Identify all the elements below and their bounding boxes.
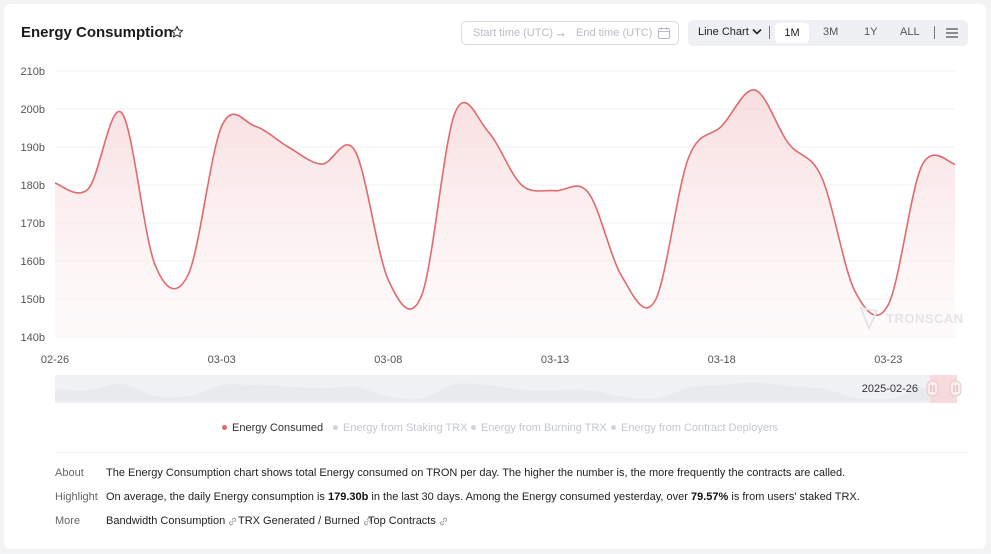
watermark-text: TRONSCAN xyxy=(886,311,964,326)
highlight-pre: On average, the daily Energy consumption… xyxy=(106,491,328,503)
link-icon xyxy=(439,517,447,525)
y-tick-label: 180b xyxy=(21,180,45,192)
legend-dot xyxy=(471,424,476,430)
slider-right-handle[interactable] xyxy=(949,380,962,397)
legend-energy-burning[interactable]: Energy from Burning TRX xyxy=(471,422,607,434)
divider xyxy=(55,452,968,453)
top-contracts-link[interactable]: Top Contracts xyxy=(368,515,448,527)
more-label: More xyxy=(55,515,81,527)
energy-chart: 140b 150b 160b 170b 180b 190b 200b 210b 02-26 03… xyxy=(21,66,964,403)
legend-label: Energy from Staking TRX xyxy=(343,422,468,434)
legend-label: Energy Consumed xyxy=(232,422,324,434)
about-label: About xyxy=(55,467,84,479)
link-text[interactable]: Top Contracts xyxy=(368,515,436,527)
slider-left-handle[interactable] xyxy=(926,380,939,397)
x-tick-label: 03-03 xyxy=(208,354,236,366)
y-tick-label: 200b xyxy=(21,104,45,116)
legend-energy-staking[interactable]: Energy from Staking TRX xyxy=(333,422,468,434)
legend-energy-consumed[interactable]: Energy Consumed xyxy=(222,422,323,434)
highlight-post: is from users' staked TRX. xyxy=(728,491,860,503)
y-tick-label: 160b xyxy=(21,256,45,268)
y-tick-label: 150b xyxy=(21,294,45,306)
y-tick-label: 210b xyxy=(21,66,45,78)
highlight-average-value: 179.30b xyxy=(327,491,369,503)
highlight-text: On average, the daily Energy consumption… xyxy=(106,491,860,503)
highlight-mid: in the last 30 days. Among the Energy co… xyxy=(368,491,691,503)
legend-dot xyxy=(333,424,338,430)
legend-label: Energy from Contract Deployers xyxy=(621,422,779,434)
x-tick-label: 03-13 xyxy=(541,354,569,366)
y-tick-label: 170b xyxy=(21,218,45,230)
zoom-slider[interactable]: 2025-02-26 xyxy=(55,375,962,403)
bandwidth-consumption-link[interactable]: Bandwidth Consumption xyxy=(106,515,237,527)
x-tick-label: 03-23 xyxy=(874,354,902,366)
legend-dot xyxy=(222,424,227,430)
about-text: The Energy Consumption chart shows total… xyxy=(106,467,846,479)
legend-dot xyxy=(611,424,616,430)
link-text[interactable]: TRX Generated / Burned xyxy=(238,515,360,527)
x-tick-label: 03-08 xyxy=(374,354,402,366)
slider-end-label: 2025-02-26 xyxy=(862,383,918,395)
y-tick-label: 140b xyxy=(21,332,45,344)
legend-energy-deployers[interactable]: Energy from Contract Deployers xyxy=(611,422,778,434)
chart-legend: Energy Consumed Energy from Staking TRX … xyxy=(0,422,991,436)
highlight-percent-value: 79.57% xyxy=(691,491,729,503)
x-tick-label: 03-18 xyxy=(708,354,736,366)
x-tick-label: 02-26 xyxy=(41,354,69,366)
link-icon xyxy=(229,517,237,525)
series-area-energy-consumed xyxy=(55,89,955,337)
y-tick-label: 190b xyxy=(21,142,45,154)
legend-label: Energy from Burning TRX xyxy=(481,422,607,434)
link-text[interactable]: Bandwidth Consumption xyxy=(106,515,225,527)
trx-generated-burned-link[interactable]: TRX Generated / Burned xyxy=(238,515,372,527)
highlight-label: Highlight xyxy=(55,491,98,503)
